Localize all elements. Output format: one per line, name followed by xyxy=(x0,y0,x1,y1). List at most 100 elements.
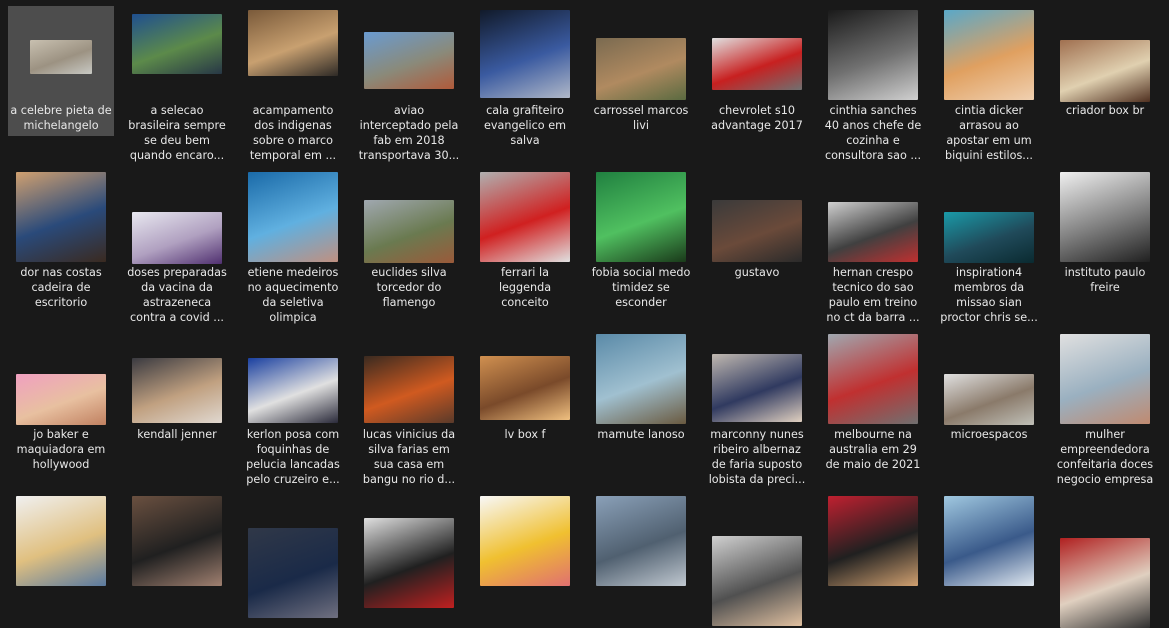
image-thumbnail-icon xyxy=(364,32,454,89)
file-item[interactable] xyxy=(472,492,578,622)
file-item[interactable]: cinthia sanches 40 anos chefe de cozinha… xyxy=(820,6,926,162)
file-name-label: mulher empreendedora confeitaria doces n… xyxy=(1056,428,1154,486)
image-thumbnail-icon xyxy=(944,496,1034,586)
file-name-label: a selecao brasileira sempre se deu bem q… xyxy=(128,104,226,162)
file-name-label: lucas vinicius da silva farias em sua ca… xyxy=(362,428,456,486)
image-thumbnail-icon xyxy=(364,356,454,423)
file-item[interactable] xyxy=(356,492,462,622)
image-thumbnail-icon xyxy=(480,356,570,420)
file-item[interactable]: hernan crespo tecnico do sao paulo em tr… xyxy=(820,168,926,324)
file-item[interactable] xyxy=(240,492,346,622)
image-thumbnail-icon xyxy=(828,10,918,100)
file-item[interactable]: carrossel marcos livi xyxy=(588,6,694,136)
file-item[interactable]: lucas vinicius da silva farias em sua ca… xyxy=(356,330,462,486)
file-item[interactable] xyxy=(588,492,694,622)
file-grid: a celebre pieta de michelangelo a selecao… xyxy=(0,0,1169,628)
file-item[interactable]: mamute lanoso xyxy=(588,330,694,460)
file-item[interactable]: aviao interceptado pela fab em 2018 tran… xyxy=(356,6,462,162)
file-name-label: microespacos xyxy=(950,428,1028,441)
file-name-label: gustavo xyxy=(734,266,780,279)
file-item[interactable]: lv box f xyxy=(472,330,578,460)
file-name-label: carrossel marcos livi xyxy=(593,104,689,132)
image-thumbnail-icon xyxy=(364,200,454,263)
image-thumbnail-icon xyxy=(248,358,338,423)
file-item[interactable]: doses preparadas da vacina da astrazenec… xyxy=(124,168,230,324)
file-item[interactable]: etiene medeiros no aquecimento da seleti… xyxy=(240,168,346,324)
image-thumbnail-icon xyxy=(712,536,802,626)
file-name-label: instituto paulo freire xyxy=(1064,266,1146,294)
file-name-label: fobia social medo timidez se esconder xyxy=(591,266,691,309)
image-thumbnail-icon xyxy=(364,518,454,608)
file-name-label: dor nas costas cadeira de escritorio xyxy=(20,266,102,309)
file-item[interactable]: melbourne na australia em 29 de maio de … xyxy=(820,330,926,471)
image-thumbnail-icon xyxy=(828,202,918,262)
image-thumbnail-icon xyxy=(1060,40,1150,102)
file-item[interactable] xyxy=(820,492,926,622)
file-item[interactable]: ferrari la leggenda conceito xyxy=(472,168,578,309)
file-name-label: doses preparadas da vacina da astrazenec… xyxy=(127,266,227,324)
file-name-label: a celebre pieta de michelangelo xyxy=(10,104,112,132)
file-item[interactable]: jo baker e maquiadora em hollywood xyxy=(8,330,114,471)
image-thumbnail-icon xyxy=(944,212,1034,263)
file-name-label: cala grafiteiro evangelico em salva xyxy=(484,104,566,147)
file-item[interactable]: criador box br xyxy=(1052,6,1158,136)
image-thumbnail-icon xyxy=(16,374,106,425)
file-name-label: jo baker e maquiadora em hollywood xyxy=(16,428,106,471)
image-thumbnail-icon xyxy=(828,496,918,586)
image-thumbnail-icon xyxy=(248,10,338,76)
image-thumbnail-icon xyxy=(1060,538,1150,628)
image-thumbnail-icon xyxy=(596,38,686,100)
file-item[interactable]: a selecao brasileira sempre se deu bem q… xyxy=(124,6,230,162)
file-name-label: kerlon posa com foquinhas de pelucia lan… xyxy=(246,428,340,486)
file-item[interactable]: acampamento dos indigenas sobre o marco … xyxy=(240,6,346,162)
file-item[interactable]: cala grafiteiro evangelico em salva xyxy=(472,6,578,147)
image-thumbnail-icon xyxy=(712,38,802,90)
image-thumbnail-icon xyxy=(596,172,686,262)
image-thumbnail-icon xyxy=(248,172,338,262)
file-item[interactable]: kerlon posa com foquinhas de pelucia lan… xyxy=(240,330,346,486)
file-name-label: lv box f xyxy=(504,428,546,441)
file-name-label: cinthia sanches 40 anos chefe de cozinha… xyxy=(824,104,922,162)
image-thumbnail-icon xyxy=(596,334,686,424)
file-name-label: cintia dicker arrasou ao apostar em um b… xyxy=(945,104,1033,162)
image-thumbnail-icon xyxy=(712,200,802,262)
file-item[interactable]: kendall jenner xyxy=(124,330,230,460)
file-name-label: hernan crespo tecnico do sao paulo em tr… xyxy=(826,266,920,324)
file-name-label: kendall jenner xyxy=(137,428,217,441)
file-name-label: chevrolet s10 advantage 2017 xyxy=(711,104,803,132)
file-item[interactable]: chevrolet s10 advantage 2017 xyxy=(704,6,810,136)
file-item[interactable]: euclides silva torcedor do flamengo xyxy=(356,168,462,309)
image-thumbnail-icon xyxy=(30,40,92,74)
file-item[interactable]: marconny nunes ribeiro albernaz de faria… xyxy=(704,330,810,486)
file-name-label: marconny nunes ribeiro albernaz de faria… xyxy=(708,428,806,486)
file-name-label: ferrari la leggenda conceito xyxy=(498,266,552,309)
file-item[interactable] xyxy=(1052,492,1158,628)
image-thumbnail-icon xyxy=(16,496,106,586)
file-name-label: inspiration4 membros da missao sian proc… xyxy=(940,266,1038,324)
file-item[interactable]: dor nas costas cadeira de escritorio xyxy=(8,168,114,309)
image-thumbnail-icon xyxy=(944,10,1034,100)
file-item[interactable] xyxy=(704,492,810,626)
file-item[interactable]: cintia dicker arrasou ao apostar em um b… xyxy=(936,6,1042,162)
image-thumbnail-icon xyxy=(248,528,338,618)
file-item[interactable]: gustavo xyxy=(704,168,810,298)
file-item[interactable]: microespacos xyxy=(936,330,1042,460)
file-item[interactable] xyxy=(124,492,230,622)
file-item[interactable]: a celebre pieta de michelangelo xyxy=(8,6,114,136)
image-thumbnail-icon xyxy=(132,14,222,74)
image-thumbnail-icon xyxy=(132,496,222,586)
file-name-label: acampamento dos indigenas sobre o marco … xyxy=(249,104,337,162)
file-name-label: etiene medeiros no aquecimento da seleti… xyxy=(247,266,339,324)
file-item[interactable] xyxy=(8,492,114,622)
image-thumbnail-icon xyxy=(712,354,802,422)
file-item[interactable]: inspiration4 membros da missao sian proc… xyxy=(936,168,1042,324)
image-thumbnail-icon xyxy=(16,172,106,262)
image-thumbnail-icon xyxy=(944,374,1034,425)
image-thumbnail-icon xyxy=(828,334,918,424)
file-name-label: euclides silva torcedor do flamengo xyxy=(371,266,447,309)
file-item[interactable]: instituto paulo freire xyxy=(1052,168,1158,298)
file-item[interactable]: fobia social medo timidez se esconder xyxy=(588,168,694,309)
file-item[interactable]: mulher empreendedora confeitaria doces n… xyxy=(1052,330,1158,486)
image-thumbnail-icon xyxy=(596,496,686,586)
file-item[interactable] xyxy=(936,492,1042,622)
